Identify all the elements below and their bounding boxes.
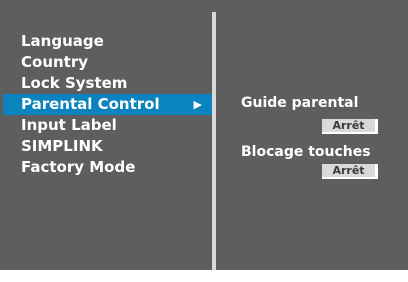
submenu-arrow-icon: ▶ [193,98,202,111]
menu-item-input-label[interactable]: Input Label [3,115,212,136]
menu-item-label: Country [21,53,89,71]
menu-item-label: Input Label [21,116,117,134]
blocage-touches-value[interactable]: Arrêt [322,164,378,179]
submenu-panel: Guide parental Arrêt Blocage touches Arr… [216,12,408,270]
menu-item-simplink[interactable]: SIMPLINK [3,136,212,157]
tv-setup-menu: Language Country Lock System Parental Co… [0,0,408,270]
guide-parental-value[interactable]: Arrêt [322,119,378,134]
menu-item-language[interactable]: Language [3,31,212,52]
menu-item-country[interactable]: Country [3,52,212,73]
menu-item-label: Factory Mode [21,158,136,176]
menu-item-label: SIMPLINK [21,137,103,155]
main-menu-list: Language Country Lock System Parental Co… [3,31,212,178]
menu-item-factory-mode[interactable]: Factory Mode [3,157,212,178]
menu-item-label: Language [21,32,104,50]
blocage-touches-label: Blocage touches [241,144,371,160]
menu-item-label: Parental Control [21,95,160,113]
main-menu-panel: Language Country Lock System Parental Co… [3,12,212,268]
guide-parental-label: Guide parental [241,95,359,111]
menu-item-lock-system[interactable]: Lock System [3,73,212,94]
menu-item-label: Lock System [21,74,128,92]
menu-item-parental-control[interactable]: Parental Control ▶ [3,94,212,115]
